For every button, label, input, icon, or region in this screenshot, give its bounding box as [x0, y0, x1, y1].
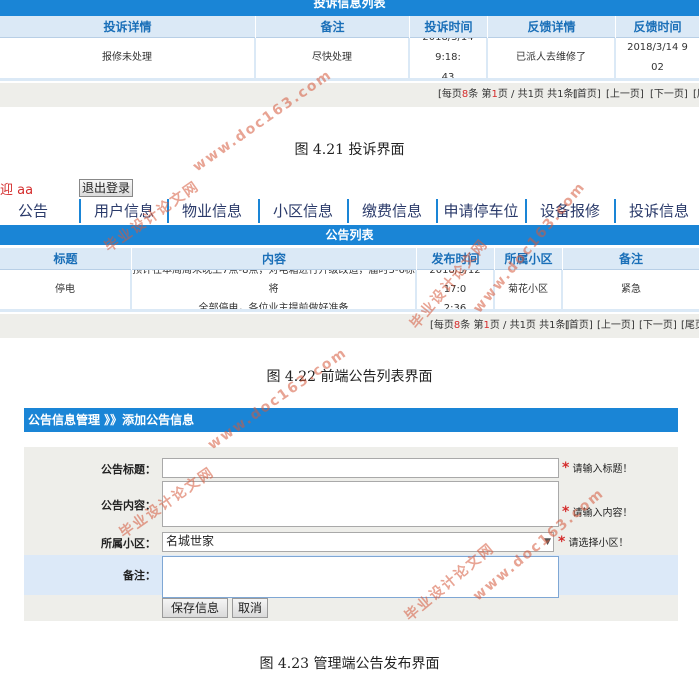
- last-page-link[interactable]: [尾: [693, 83, 699, 107]
- remark-cell: 尽快处理: [256, 38, 410, 78]
- complaint-time-cell: 2018/3/14 9:18: 43: [410, 38, 488, 78]
- complaint-table-header: 投诉详情 备注 投诉时间 反馈详情 反馈时间: [0, 16, 699, 38]
- save-button[interactable]: 保存信息: [162, 598, 228, 618]
- feedback-detail-cell: 已派人去维修了: [488, 38, 616, 78]
- last-page-link[interactable]: [尾页: [681, 314, 699, 338]
- complaint-list-title: 投诉信息列表: [313, 0, 386, 10]
- complaint-detail-cell: 报修未处理: [0, 38, 256, 78]
- header-content: 内容: [132, 248, 417, 270]
- content-row: 公告内容： * 请输入内容！: [24, 481, 678, 529]
- header-complaint-detail: 投诉详情: [0, 16, 256, 38]
- prev-page-link[interactable]: [上一页]: [606, 83, 644, 107]
- notice-remark-cell: 紧急: [621, 283, 641, 295]
- notice-time-line1: 2018/3/12 17:0: [429, 270, 481, 295]
- feedback-time-line2: 02: [651, 62, 664, 73]
- next-page-link[interactable]: [下一页]: [639, 314, 677, 338]
- nav-item-community-info[interactable]: 小区信息: [260, 199, 346, 223]
- notice-time-cell: 2018/3/12 17:0 2:36: [417, 270, 495, 309]
- figure-caption-4-21: 图 4.21 投诉界面: [294, 142, 405, 158]
- community-select[interactable]: 名城世家 ▼: [162, 532, 554, 552]
- content-hint: * 请输入内容！: [562, 504, 633, 520]
- complaint-list-screenshot: 投诉信息列表 投诉详情 备注 投诉时间 反馈详情 反馈时间 报修未处理 尽快处理…: [0, 0, 699, 110]
- cancel-button[interactable]: 取消: [232, 598, 268, 618]
- first-page-link[interactable]: [首页]: [573, 83, 601, 107]
- figure-caption-4-22: 图 4.22 前端公告列表界面: [266, 369, 433, 385]
- complaint-time-line2: 43: [441, 72, 455, 78]
- pager-info: [每页8条 第1页 / 共1页 共1条]: [430, 320, 570, 331]
- remark-row: 备注：: [24, 555, 678, 598]
- title-input[interactable]: [162, 458, 559, 478]
- notice-content-line2: 全部停电，各位业主提前做好准备: [198, 303, 349, 309]
- title-hint: * 请输入标题！: [562, 460, 633, 476]
- feedback-time-line1: 2018/3/14 9: [627, 42, 688, 53]
- nav-item-user-info[interactable]: 用户信息: [81, 199, 167, 223]
- complaint-pager: [每页8条 第1页 / 共1页 共1条] [首页] [上一页] [下一页] [尾: [0, 83, 699, 107]
- welcome-text: 迎 aa: [0, 183, 34, 198]
- header-remark: 备注: [256, 16, 410, 38]
- notice-content-line1: 预计在本周周末晚上7点-8点，对电箱进行升级改造，届时3-6栋将: [132, 270, 415, 295]
- header-feedback-time: 反馈时间: [633, 20, 682, 34]
- logout-button[interactable]: 退出登录: [79, 179, 133, 197]
- complaint-time-line1: 2018/3/14 9:18:: [422, 38, 473, 63]
- notice-pager: [每页8条 第1页 / 共1页 共1条] [首页] [上一页] [下一页] [尾…: [0, 314, 699, 338]
- nav-item-notice[interactable]: 公告: [0, 199, 66, 223]
- notice-title-cell: 停电: [0, 270, 132, 309]
- feedback-time-cell: 2018/3/14 9 02: [616, 38, 699, 78]
- header-remark: 备注: [618, 252, 643, 266]
- notice-list-screenshot: 迎 aa 退出登录 公告 用户信息 物业信息 小区信息 缴费信息 申请停车位 设…: [0, 176, 699, 338]
- main-nav: 公告 用户信息 物业信息 小区信息 缴费信息 申请停车位 设备报修 投诉信息: [0, 199, 699, 223]
- table-row: 报修未处理 尽快处理 2018/3/14 9:18: 43 已派人去维修了 20…: [0, 38, 699, 81]
- table-row: 停电 预计在本周周末晚上7点-8点，对电箱进行升级改造，届时3-6栋将 全部停电…: [0, 270, 699, 312]
- complaint-list-title-bar: 投诉信息列表: [0, 0, 699, 16]
- content-textarea[interactable]: [162, 481, 559, 527]
- nav-item-property-info[interactable]: 物业信息: [169, 199, 255, 223]
- header-publish-time: 发布时间: [417, 248, 495, 270]
- form-title: 公告信息管理 》》添加公告信息: [24, 408, 678, 432]
- header-feedback-detail: 反馈详情: [488, 16, 616, 38]
- prev-page-link[interactable]: [上一页]: [597, 314, 635, 338]
- remark-label: 备注：: [123, 569, 156, 582]
- community-hint: * 请选择小区！: [558, 534, 629, 550]
- pager-info: [每页8条 第1页 / 共1页 共1条]: [438, 89, 578, 100]
- community-select-value: 名城世家: [166, 534, 215, 548]
- remark-textarea[interactable]: [162, 556, 559, 598]
- notice-publish-form-screenshot: 公告信息管理 》》添加公告信息 公告标题： * 请输入标题！ 公告内容： * 请…: [0, 408, 699, 623]
- header-complaint-time: 投诉时间: [410, 16, 488, 38]
- content-label: 公告内容：: [101, 499, 156, 512]
- header-title: 标题: [0, 248, 132, 270]
- form-body: 公告标题： * 请输入标题！ 公告内容： * 请输入内容！ 所属小区： 名城世家…: [24, 447, 678, 621]
- title-row: 公告标题： * 请输入标题！: [24, 457, 678, 479]
- notice-community-cell: 菊花小区: [495, 270, 563, 309]
- nav-item-complaint[interactable]: 投诉信息: [616, 199, 699, 223]
- nav-item-payment-info[interactable]: 缴费信息: [349, 199, 435, 223]
- community-row: 所属小区： 名城世家 ▼ * 请选择小区！: [24, 531, 678, 553]
- community-label: 所属小区：: [101, 537, 156, 550]
- next-page-link[interactable]: [下一页]: [650, 83, 688, 107]
- notice-list-title: 公告列表: [0, 225, 699, 245]
- title-label: 公告标题：: [101, 463, 156, 476]
- notice-table-header: 标题 内容 发布时间 所属小区 备注: [0, 248, 699, 270]
- nav-item-parking-apply[interactable]: 申请停车位: [438, 199, 524, 223]
- notice-content-cell: 预计在本周周末晚上7点-8点，对电箱进行升级改造，届时3-6栋将 全部停电，各位…: [132, 270, 417, 309]
- header-community: 所属小区: [495, 248, 563, 270]
- chevron-down-icon: ▼: [544, 537, 551, 547]
- notice-time-line2: 2:36: [443, 303, 467, 309]
- figure-caption-4-23: 图 4.23 管理端公告发布界面: [259, 656, 440, 672]
- first-page-link[interactable]: [首页]: [565, 314, 593, 338]
- nav-item-repair[interactable]: 设备报修: [527, 199, 613, 223]
